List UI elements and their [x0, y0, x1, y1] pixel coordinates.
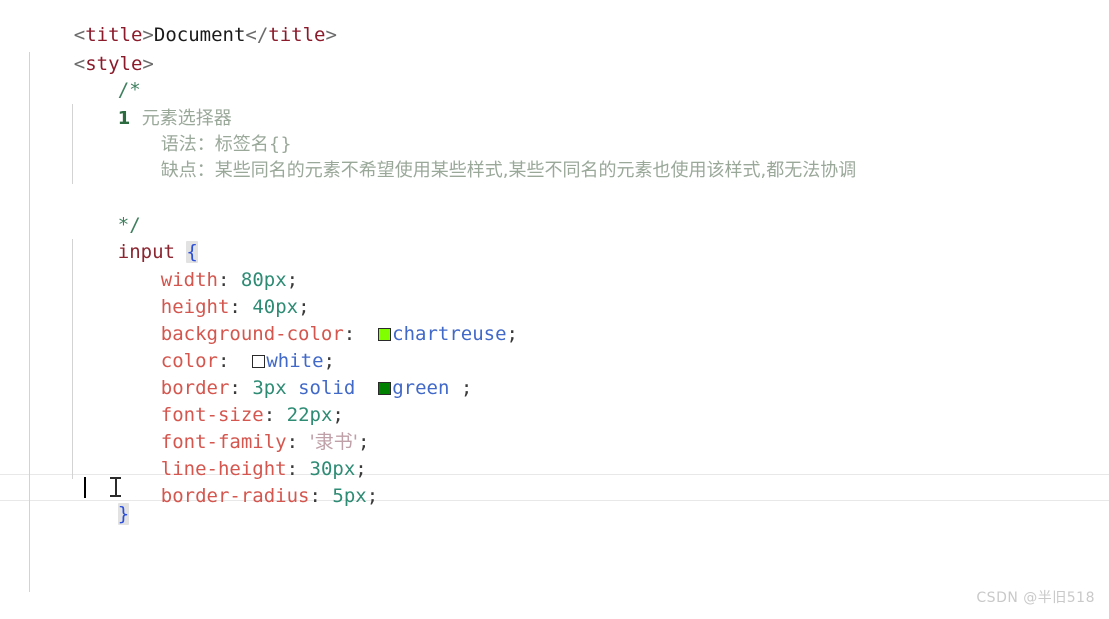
code-line-decl-border-radius[interactable]: border-radius: 5px;	[115, 456, 378, 507]
code-line-comment-item[interactable]: 1 元素选择器	[72, 78, 232, 129]
property-value: chartreuse	[392, 323, 507, 345]
decl-colon: :	[343, 323, 356, 345]
code-line-decl-color[interactable]: color: white;	[115, 321, 335, 372]
indent-guide-level1	[29, 52, 30, 592]
tag-close-bracket: </	[245, 24, 269, 46]
code-line-style-close[interactable]: </style>	[28, 591, 165, 618]
code-line-decl-font-size[interactable]: font-size: 22px;	[115, 375, 344, 426]
code-line-comment-close[interactable]: */	[72, 185, 141, 236]
code-line-comment-open[interactable]: /*	[72, 50, 141, 101]
code-line-title[interactable]: <title>Document</title>	[28, 0, 337, 46]
style-open-end-bracket: >	[142, 53, 154, 75]
text-caret	[84, 477, 86, 498]
code-line-decl-border[interactable]: border: 3px solid green ;	[115, 348, 473, 399]
watermark: CSDN @半旧518	[976, 590, 1095, 606]
tag-close-end-bracket: >	[325, 24, 337, 46]
property-value-color: green	[392, 377, 450, 399]
tag-text-content: Document	[153, 24, 246, 46]
code-line-comment-drawback[interactable]: 缺点：某些同名的元素不希望使用某些样式,某些不同名的元素也使用该样式,都无法协调	[115, 130, 856, 181]
close-brace: }	[117, 503, 130, 525]
decl-space	[355, 323, 378, 345]
code-line-style-open[interactable]: <style>	[28, 24, 154, 75]
color-swatch-chartreuse-icon[interactable]	[378, 328, 392, 341]
code-line-decl-line-height[interactable]: line-height: 30px;	[115, 429, 367, 480]
code-line-decl-background-color[interactable]: background-color: chartreuse;	[115, 294, 518, 345]
decl-space	[355, 377, 378, 399]
property-name: border-radius	[160, 485, 310, 507]
code-line-decl-width[interactable]: width: 80px;	[115, 240, 298, 291]
comment-drawback-text: 缺点：某些同名的元素不希望使用某些样式,某些不同名的元素也使用该样式,都无法协调	[160, 160, 857, 181]
decl-space	[321, 485, 332, 507]
code-line-decl-height[interactable]: height: 40px;	[115, 267, 310, 318]
decl-semicolon: ;	[460, 377, 473, 399]
code-line-selector[interactable]: input {	[72, 212, 198, 263]
decl-semicolon: ;	[366, 485, 379, 507]
code-line-close-brace[interactable]: }	[72, 474, 130, 525]
code-editor[interactable]: <title>Document</title> <style> /* 1 元素选…	[0, 0, 1109, 619]
code-line-comment-syntax[interactable]: 语法：标签名{}	[115, 104, 292, 155]
decl-space	[449, 377, 460, 399]
decl-colon: :	[309, 485, 321, 507]
decl-semicolon: ;	[506, 323, 518, 345]
code-line-decl-font-family[interactable]: font-family: '隶书';	[115, 402, 370, 453]
tag-name-close: title	[268, 24, 326, 46]
color-swatch-green-icon[interactable]	[378, 382, 392, 395]
property-value: 5px	[332, 485, 367, 507]
